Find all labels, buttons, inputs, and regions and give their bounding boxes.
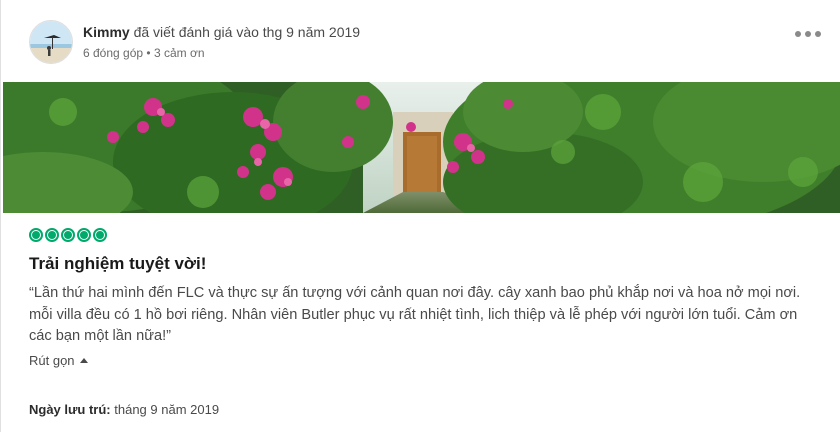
bubble-rating [29,228,107,242]
dot [795,31,801,37]
reviewer-line: Kimmy đã viết đánh giá vào thg 9 năm 201… [83,24,360,40]
stay-date: Ngày lưu trú: tháng 9 năm 2019 [29,402,219,417]
rating-bubble-icon [61,228,75,242]
review-title[interactable]: Trải nghiệm tuyệt vời! [29,254,206,274]
rating-bubble-icon [29,228,43,242]
review-photo[interactable] [3,82,840,213]
garden-photo [3,82,840,213]
caret-up-icon [79,357,88,363]
review-header: Kimmy đã viết đánh giá vào thg 9 năm 201… [1,0,840,82]
dot [815,31,821,37]
rating-bubble-icon [45,228,59,242]
rating-bubble-icon [77,228,91,242]
stay-date-label: Ngày lưu trú: [29,402,111,417]
rating-bubble-icon [93,228,107,242]
collapse-label: Rút gọn [29,353,75,368]
dot [805,31,811,37]
review-text: “Lần thứ hai mình đến FLC và thực sự ấn … [29,285,801,344]
reviewer-name[interactable]: Kimmy [83,24,130,40]
avatar-image [30,21,72,63]
reviewer-stats: 6 đóng góp • 3 cảm ơn [83,46,205,60]
more-dots-icon[interactable] [795,28,821,40]
stats-separator: • [143,46,154,60]
review-card: Kimmy đã viết đánh giá vào thg 9 năm 201… [0,0,840,432]
stay-date-value: tháng 9 năm 2019 [110,402,220,417]
contributions-count: 6 đóng góp [83,46,144,60]
collapse-button[interactable]: Rút gọn [29,353,88,368]
review-action: đã viết đánh giá vào thg 9 năm 2019 [129,24,361,40]
helpful-votes: 3 cảm ơn [153,46,205,60]
reviewer-avatar[interactable] [29,20,73,64]
